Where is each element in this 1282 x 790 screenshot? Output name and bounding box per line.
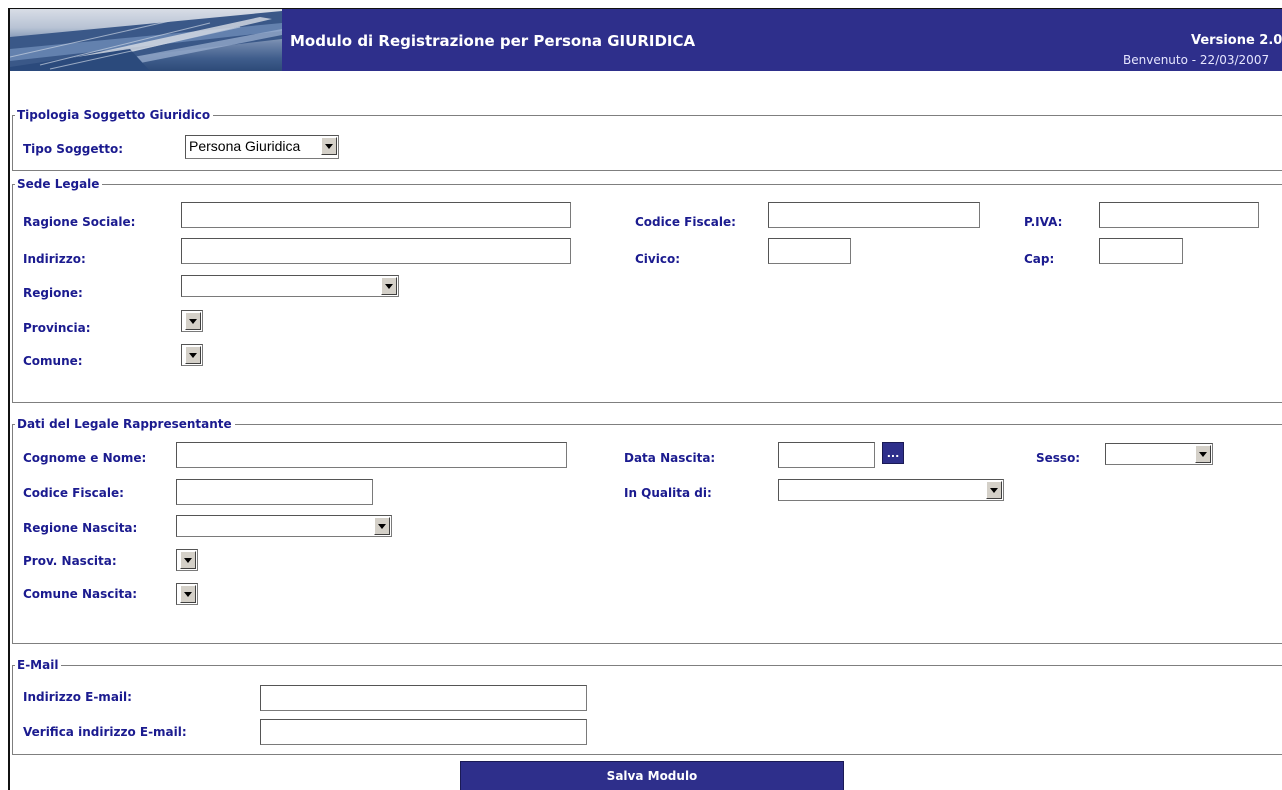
label-regione-nascita: Regione Nascita: [23,521,138,535]
label-indirizzo: Indirizzo: [23,252,86,266]
page-frame: Modulo di Registrazione per Persona GIUR… [8,8,1282,790]
label-regione: Regione: [23,286,83,300]
label-indirizzo-email: Indirizzo E-mail: [23,690,132,704]
ragione-sociale-input[interactable] [181,202,571,228]
app-title: Modulo di Registrazione per Persona GIUR… [290,32,696,50]
date-picker-button[interactable]: ... [882,442,904,464]
in-qualita-di-select[interactable] [778,479,1004,501]
label-sesso: Sesso: [1036,451,1081,465]
label-verifica-email: Verifica indirizzo E-mail: [23,725,187,739]
chevron-down-icon [1195,445,1211,463]
label-data-nascita: Data Nascita: [624,451,716,465]
chevron-down-icon [185,346,201,364]
save-button[interactable]: Salva Modulo [460,761,844,790]
banner-image [10,9,282,71]
prov-nascita-select[interactable] [176,549,198,571]
label-civico: Civico: [635,252,681,266]
cognome-nome-input[interactable] [176,442,567,468]
comune-select[interactable] [181,344,203,366]
label-prov-nascita: Prov. Nascita: [23,554,117,568]
regione-nascita-select[interactable] [176,515,392,537]
email-input[interactable] [260,685,587,711]
legend-sede-legale: Sede Legale [15,177,103,191]
label-comune: Comune: [23,354,83,368]
legend-legale-rappresentante: Dati del Legale Rappresentante [15,417,235,431]
version-label: Versione 2.0 [1191,33,1282,48]
comune-nascita-select[interactable] [176,583,198,605]
label-codice-fiscale: Codice Fiscale: [635,215,736,229]
label-cognome-nome: Cognome e Nome: [23,451,147,465]
label-ragione-sociale: Ragione Sociale: [23,215,136,229]
chevron-down-icon [321,137,337,155]
chevron-down-icon [185,312,201,330]
chevron-down-icon [374,517,390,535]
legend-tipologia: Tipologia Soggetto Giuridico [15,108,214,122]
label-in-qualita-di: In Qualita di: [624,486,712,500]
piva-input[interactable] [1099,202,1259,228]
label-piva: P.IVA: [1024,215,1063,229]
tipo-soggetto-select[interactable]: Persona Giuridica [185,135,339,159]
solar-panels-image [10,11,282,71]
email-verify-input[interactable] [260,719,587,745]
chevron-down-icon [381,277,397,295]
sesso-select[interactable] [1105,443,1213,465]
fieldset-email: E-Mail [12,658,1282,755]
indirizzo-input[interactable] [181,238,571,264]
label-tipo-soggetto: Tipo Soggetto: [23,142,124,156]
chevron-down-icon [180,551,196,569]
label-cap: Cap: [1024,252,1055,266]
label-provincia: Provincia: [23,321,91,335]
regione-select[interactable] [181,275,399,297]
chevron-down-icon [180,585,196,603]
chevron-down-icon [986,481,1002,499]
codice-fiscale-input[interactable] [768,202,980,228]
codice-fiscale-rapp-input[interactable] [176,479,373,505]
data-nascita-input[interactable] [778,442,875,468]
cap-input[interactable] [1099,238,1183,264]
label-comune-nascita: Comune Nascita: [23,587,138,601]
tipo-soggetto-value: Persona Giuridica [189,138,301,154]
provincia-select[interactable] [181,310,203,332]
civico-input[interactable] [768,238,851,264]
welcome-date: Benvenuto - 22/03/2007 [1123,53,1270,67]
header-bar: Modulo di Registrazione per Persona GIUR… [10,9,1282,71]
legend-email: E-Mail [15,658,62,672]
label-codice-fiscale-rapp: Codice Fiscale: [23,486,124,500]
